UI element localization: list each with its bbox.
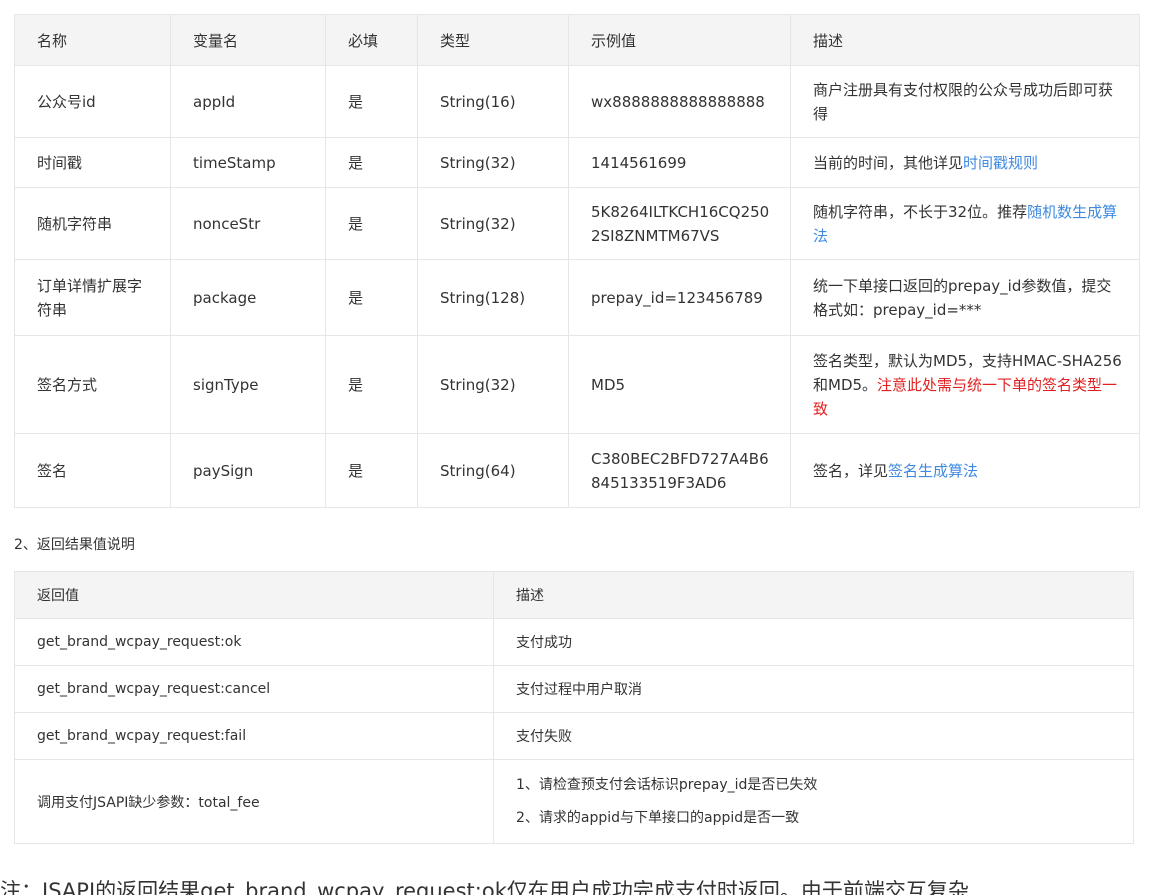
param-required: 是	[325, 433, 418, 508]
param-example: MD5	[568, 335, 791, 434]
table-row: 签名 paySign 是 String(64) C380BEC2BFD727A4…	[14, 433, 1140, 508]
param-required: 是	[325, 137, 418, 188]
return-value-table: 返回值 描述 get_brand_wcpay_request:ok 支付成功 g…	[14, 571, 1134, 844]
return-description: 支付成功	[493, 618, 1134, 666]
param-name: 订单详情扩展字符串	[14, 259, 171, 336]
param-type: String(16)	[417, 65, 569, 138]
table-row: get_brand_wcpay_request:cancel 支付过程中用户取消	[14, 665, 1134, 713]
param-description: 随机字符串，不长于32位。推荐随机数生成算法	[790, 187, 1140, 260]
description-text: 统一下单接口返回的prepay_id参数值，提交格式如：prepay_id=**…	[813, 276, 1112, 319]
param-variable: paySign	[170, 433, 326, 508]
param-variable: package	[170, 259, 326, 336]
param-variable: timeStamp	[170, 137, 326, 188]
return-description: 支付过程中用户取消	[493, 665, 1134, 713]
param-description: 统一下单接口返回的prepay_id参数值，提交格式如：prepay_id=**…	[790, 259, 1140, 336]
return-description: 1、请检查预支付会话标识prepay_id是否已失效 2、请求的appid与下单…	[493, 759, 1134, 844]
description-text: 随机字符串，不长于32位。推荐	[813, 202, 1028, 221]
param-example: prepay_id=123456789	[568, 259, 791, 336]
table-header-row: 名称 变量名 必填 类型 示例值 描述	[14, 14, 1140, 66]
param-required: 是	[325, 335, 418, 434]
param-type: String(64)	[417, 433, 569, 508]
param-description: 签名类型，默认为MD5，支持HMAC-SHA256和MD5。注意此处需与统一下单…	[790, 335, 1140, 434]
param-name: 随机字符串	[14, 187, 171, 260]
param-example: 5K8264ILTKCH16CQ2502SI8ZNMTM67VS	[568, 187, 791, 260]
param-name: 时间戳	[14, 137, 171, 188]
param-description: 签名，详见签名生成算法	[790, 433, 1140, 508]
table-row: 调用支付JSAPI缺少参数：total_fee 1、请检查预支付会话标识prep…	[14, 759, 1134, 844]
header-description: 描述	[790, 14, 1140, 66]
table-header-row: 返回值 描述	[14, 571, 1134, 619]
api-doc-page: 名称 变量名 必填 类型 示例值 描述 公众号id appId 是 String…	[0, 0, 1154, 895]
table-row: 订单详情扩展字符串 package 是 String(128) prepay_i…	[14, 259, 1140, 336]
header-example: 示例值	[568, 14, 791, 66]
param-description: 当前的时间，其他详见时间戳规则	[790, 137, 1140, 188]
table-row: 随机字符串 nonceStr 是 String(32) 5K8264ILTKCH…	[14, 187, 1140, 260]
param-type: String(32)	[417, 335, 569, 434]
description-text: 签名，详见	[813, 461, 889, 480]
description-text: 商户注册具有支付权限的公众号成功后即可获得	[813, 80, 1114, 123]
footnote: 注：JSAPI的返回结果get_brand_wcpay_request:ok仅在…	[0, 879, 969, 895]
return-description: 支付失败	[493, 712, 1134, 760]
return-value: get_brand_wcpay_request:ok	[14, 618, 494, 666]
table-row: 公众号id appId 是 String(16) wx8888888888888…	[14, 65, 1140, 138]
signature-algorithm-link[interactable]: 签名生成算法	[888, 462, 978, 480]
header-type: 类型	[417, 14, 569, 66]
param-name: 公众号id	[14, 65, 171, 138]
table-row: 签名方式 signType 是 String(32) MD5 签名类型，默认为M…	[14, 335, 1140, 434]
param-required: 是	[325, 65, 418, 138]
param-type: String(128)	[417, 259, 569, 336]
table-row: get_brand_wcpay_request:ok 支付成功	[14, 618, 1134, 666]
param-variable: appId	[170, 65, 326, 138]
table-row: 时间戳 timeStamp 是 String(32) 1414561699 当前…	[14, 137, 1140, 188]
header-description: 描述	[493, 571, 1134, 619]
param-type: String(32)	[417, 137, 569, 188]
parameter-table: 名称 变量名 必填 类型 示例值 描述 公众号id appId 是 String…	[14, 14, 1140, 508]
param-required: 是	[325, 259, 418, 336]
header-return-value: 返回值	[14, 571, 494, 619]
description-text: 当前的时间，其他详见	[813, 153, 964, 172]
description-line: 2、请求的appid与下单接口的appid是否一致	[516, 809, 800, 826]
param-type: String(32)	[417, 187, 569, 260]
param-example: 1414561699	[568, 137, 791, 188]
return-value: 调用支付JSAPI缺少参数：total_fee	[14, 759, 494, 844]
param-description: 商户注册具有支付权限的公众号成功后即可获得	[790, 65, 1140, 138]
param-example: C380BEC2BFD727A4B6845133519F3AD6	[568, 433, 791, 508]
param-name: 签名	[14, 433, 171, 508]
description-line: 1、请检查预支付会话标识prepay_id是否已失效	[516, 776, 818, 793]
table-row: get_brand_wcpay_request:fail 支付失败	[14, 712, 1134, 760]
timestamp-rule-link[interactable]: 时间戳规则	[963, 154, 1038, 172]
param-variable: signType	[170, 335, 326, 434]
header-name: 名称	[14, 14, 171, 66]
header-required: 必填	[325, 14, 418, 66]
param-required: 是	[325, 187, 418, 260]
return-value: get_brand_wcpay_request:cancel	[14, 665, 494, 713]
header-variable: 变量名	[170, 14, 326, 66]
section-heading: 2、返回结果值说明	[14, 537, 135, 553]
param-variable: nonceStr	[170, 187, 326, 260]
return-value: get_brand_wcpay_request:fail	[14, 712, 494, 760]
param-name: 签名方式	[14, 335, 171, 434]
param-example: wx8888888888888888	[568, 65, 791, 138]
